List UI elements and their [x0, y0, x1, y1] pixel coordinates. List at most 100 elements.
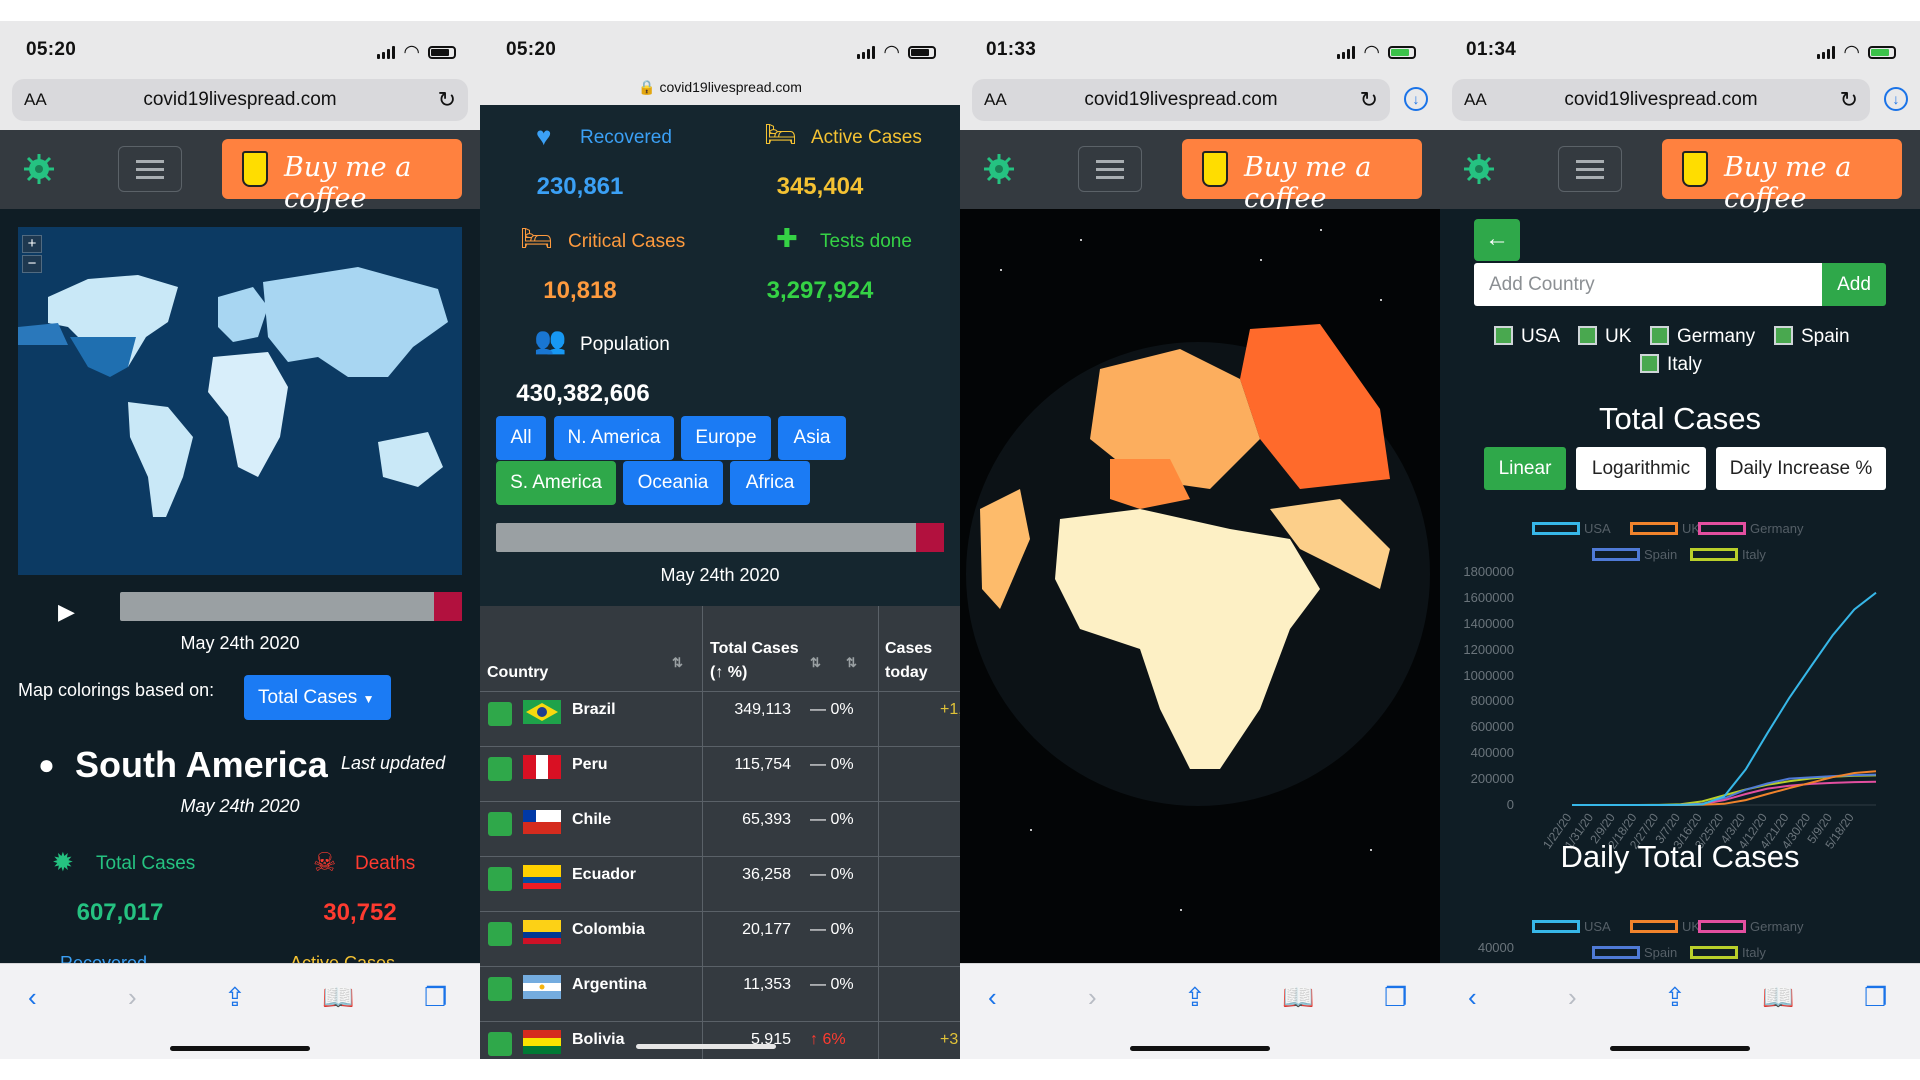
legend-item-spain[interactable]: Spain	[1592, 547, 1677, 562]
bookmarks-icon[interactable]: 📖	[1282, 982, 1314, 1013]
chart-icon[interactable]	[488, 1032, 512, 1056]
timeline-slider[interactable]	[120, 592, 462, 621]
chart-icon[interactable]	[488, 757, 512, 781]
forward-icon[interactable]: ›	[128, 982, 137, 1013]
table-row[interactable]: Argentina 11,353 — 0%	[480, 966, 960, 1021]
series-line-usa[interactable]	[1572, 591, 1877, 806]
country-checkbox-spain[interactable]: Spain	[1774, 326, 1850, 348]
virus-logo-icon[interactable]	[22, 152, 56, 186]
map-asia[interactable]	[263, 267, 448, 377]
reload-icon[interactable]: ↻	[438, 87, 456, 113]
chart-icon[interactable]	[488, 812, 512, 836]
country-checkbox-uk[interactable]: UK	[1578, 326, 1631, 348]
legend-item-uk[interactable]: UK	[1630, 521, 1700, 536]
reload-icon[interactable]: ↻	[1840, 87, 1858, 113]
scale-daily-increase-button[interactable]: Daily Increase %	[1716, 447, 1886, 490]
virus-logo-icon[interactable]	[982, 152, 1016, 186]
total-cases-column-header[interactable]: Total Cases	[710, 637, 799, 661]
scale-logarithmic-button[interactable]: Logarithmic	[1576, 447, 1706, 490]
world-map[interactable]	[18, 227, 462, 575]
country-column-header[interactable]: Country	[487, 661, 548, 685]
country-checkbox-italy[interactable]: Italy	[1640, 354, 1702, 376]
address-field[interactable]: AA covid19livespread.com ↻	[1452, 79, 1870, 121]
map-coloring-select[interactable]: Total Cases ▼	[244, 675, 391, 720]
share-icon[interactable]: ⇪	[1664, 982, 1686, 1013]
legend-item-usa[interactable]: USA	[1532, 521, 1611, 536]
add-country-input[interactable]: Add Country	[1474, 263, 1822, 306]
share-icon[interactable]: ⇪	[1184, 982, 1206, 1013]
map-europe[interactable]	[218, 287, 268, 342]
menu-toggle-button[interactable]	[118, 146, 182, 192]
table-row[interactable]: Colombia 20,177 — 0%	[480, 911, 960, 966]
table-row[interactable]: Brazil 349,113 — 0% +1,	[480, 691, 960, 746]
reload-icon[interactable]: ↻	[1360, 87, 1378, 113]
zoom-out-button[interactable]: −	[22, 255, 42, 273]
map-usa[interactable]	[70, 337, 136, 377]
tabs-icon[interactable]: ❐	[1384, 982, 1407, 1013]
forward-icon[interactable]: ›	[1568, 982, 1577, 1013]
menu-toggle-button[interactable]	[1078, 146, 1142, 192]
buy-coffee-button[interactable]: Buy me a coffee	[1182, 139, 1422, 214]
map-africa[interactable]	[208, 352, 288, 477]
filter-europe[interactable]: Europe	[681, 416, 771, 460]
filter-n-america[interactable]: N. America	[554, 416, 674, 460]
share-icon[interactable]: ⇪	[224, 982, 246, 1013]
filter-oceania[interactable]: Oceania	[623, 461, 723, 505]
legend-item-italy[interactable]: Italy	[1690, 547, 1766, 562]
address-field[interactable]: AA covid19livespread.com ↻	[972, 79, 1390, 121]
table-row[interactable]: Chile 65,393 — 0%	[480, 801, 960, 856]
address-field[interactable]: AA covid19livespread.com ↻	[12, 79, 468, 121]
filter-africa[interactable]: Africa	[730, 461, 810, 505]
filter-all[interactable]: All	[496, 416, 546, 460]
slider-handle[interactable]	[916, 523, 944, 552]
scale-linear-button[interactable]: Linear	[1484, 447, 1566, 490]
chart-icon[interactable]	[488, 922, 512, 946]
chart-icon[interactable]	[488, 867, 512, 891]
bookmarks-icon[interactable]: 📖	[322, 982, 354, 1013]
download-icon[interactable]: ↓	[1404, 87, 1428, 111]
filter-s-america[interactable]: S. America	[496, 461, 616, 505]
legend-item-usa[interactable]: USA	[1532, 919, 1611, 934]
chart-icon[interactable]	[488, 702, 512, 726]
chart-icon[interactable]	[488, 977, 512, 1001]
play-icon[interactable]: ▶	[58, 599, 75, 625]
globe-canvas[interactable]	[960, 209, 1440, 963]
slider-handle[interactable]	[434, 592, 462, 621]
table-row[interactable]: Bolivia 5,915 ↑ 6% +3	[480, 1021, 960, 1059]
zoom-in-button[interactable]: +	[22, 235, 42, 253]
timeline-slider[interactable]	[496, 523, 944, 552]
cases-today-column-header[interactable]: Cases	[885, 637, 932, 661]
country-checkbox-usa[interactable]: USA	[1494, 326, 1560, 348]
forward-icon[interactable]: ›	[1088, 982, 1097, 1013]
url-bar-compact[interactable]: 🔒 covid19livespread.com	[480, 75, 960, 105]
filter-asia[interactable]: Asia	[778, 416, 846, 460]
legend-item-italy[interactable]: Italy	[1690, 945, 1766, 960]
map-australia[interactable]	[378, 432, 443, 487]
sort-icon[interactable]: ⇅	[810, 651, 821, 675]
back-icon[interactable]: ‹	[28, 982, 37, 1013]
legend-item-uk[interactable]: UK	[1630, 919, 1700, 934]
bookmarks-icon[interactable]: 📖	[1762, 982, 1794, 1013]
table-row[interactable]: Peru 115,754 — 0%	[480, 746, 960, 801]
menu-toggle-button[interactable]	[1558, 146, 1622, 192]
virus-logo-icon[interactable]	[1462, 152, 1496, 186]
back-arrow-button[interactable]: ←	[1474, 219, 1520, 261]
country-checkbox-germany[interactable]: Germany	[1650, 326, 1755, 348]
add-country-button[interactable]: Add	[1822, 263, 1886, 306]
download-icon[interactable]: ↓	[1884, 87, 1908, 111]
sort-icon[interactable]: ⇅	[672, 651, 683, 675]
sort-icon[interactable]: ⇅	[846, 651, 857, 675]
legend-item-germany[interactable]: Germany	[1698, 919, 1803, 934]
legend-item-spain[interactable]: Spain	[1592, 945, 1677, 960]
buy-coffee-button[interactable]: Buy me a coffee	[222, 139, 462, 214]
map-south-america[interactable]	[128, 402, 193, 517]
table-row[interactable]: Ecuador 36,258 — 0%	[480, 856, 960, 911]
tabs-icon[interactable]: ❐	[1864, 982, 1887, 1013]
series-line-germany[interactable]	[1572, 780, 1877, 806]
map-alaska[interactable]	[18, 323, 68, 345]
buy-coffee-button[interactable]: Buy me a coffee	[1662, 139, 1902, 214]
legend-item-germany[interactable]: Germany	[1698, 521, 1803, 536]
back-icon[interactable]: ‹	[988, 982, 997, 1013]
tabs-icon[interactable]: ❐	[424, 982, 447, 1013]
back-icon[interactable]: ‹	[1468, 982, 1477, 1013]
